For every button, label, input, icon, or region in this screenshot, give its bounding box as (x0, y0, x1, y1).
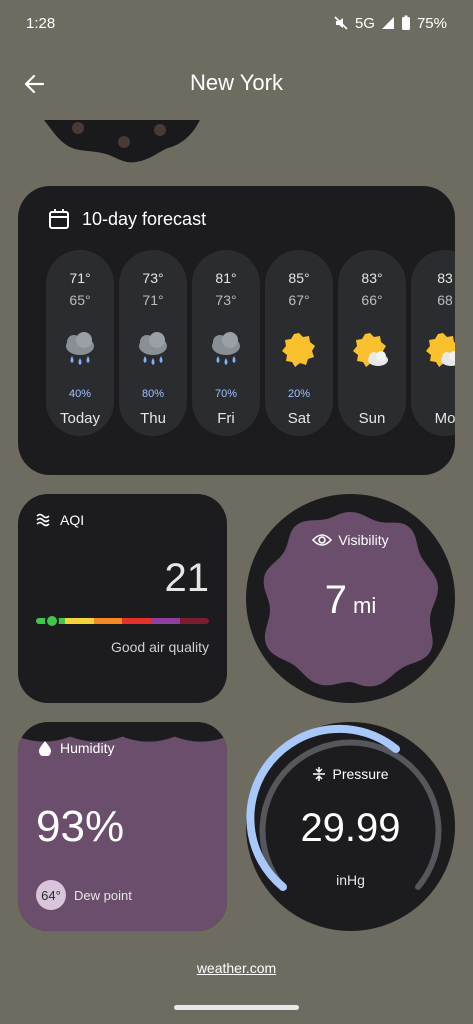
forecast-day-list[interactable]: 71° 65° 40% Today 73° 71° 80% Thu 81° 73… (46, 250, 455, 436)
dew-point: 64° Dew point (36, 880, 132, 910)
day-precip: 40% (68, 388, 92, 400)
aqi-card[interactable]: AQI 21 Good air quality (18, 494, 227, 703)
dew-point-badge: 64° (36, 880, 66, 910)
pressure-header: Pressure (246, 766, 455, 782)
day-high: 83° (361, 270, 383, 286)
aqi-scale-bar (36, 618, 209, 624)
status-time: 1:28 (26, 14, 56, 32)
aqi-title: AQI (60, 512, 85, 528)
status-icons: 5G 75% (333, 15, 447, 32)
aqi-value: 21 (164, 556, 210, 600)
pressure-title: Pressure (332, 766, 389, 782)
dew-point-label: Dew point (74, 887, 132, 903)
page-title: New York (190, 70, 283, 95)
day-high: 85° (288, 270, 310, 286)
forecast-day[interactable]: 81° 73° 70% Fri (192, 250, 260, 436)
network-label: 5G (354, 14, 375, 32)
forecast-day[interactable]: 73° 71° 80% Thu (119, 250, 187, 436)
day-precip: 20% (287, 388, 311, 400)
pressure-card[interactable]: Pressure 29.99 inHg (246, 722, 455, 931)
sun-icon (282, 333, 315, 367)
decorative-drip-shape (44, 120, 200, 163)
day-low: 73° (215, 292, 237, 308)
day-precip: 70% (214, 388, 238, 400)
battery-percent: 75% (416, 14, 447, 32)
visibility-title: Visibility (338, 532, 389, 548)
day-name: Today (59, 410, 101, 427)
visibility-header: Visibility (246, 532, 455, 548)
day-high: 83 (437, 270, 453, 286)
rain-cloud-icon (139, 332, 167, 365)
day-low: 66° (361, 292, 383, 308)
calendar-icon (49, 209, 69, 229)
rain-cloud-icon (66, 332, 94, 365)
humidity-value: 93% (36, 802, 125, 851)
aqi-indicator-dot (44, 614, 59, 628)
visibility-unit: mi (353, 593, 377, 618)
day-name: Sun (358, 410, 386, 427)
day-name: Thu (140, 410, 166, 427)
forecast-day[interactable]: 71° 65° 40% Today (46, 250, 114, 436)
day-low: 67° (288, 292, 310, 308)
day-name: Sat (287, 410, 311, 427)
partly-cloudy-icon (353, 333, 388, 367)
pressure-value: 29.99 (300, 806, 401, 850)
rain-cloud-icon (212, 332, 240, 365)
day-low: 68 (437, 292, 453, 308)
day-high: 73° (142, 270, 164, 286)
forecast-day[interactable]: 85° 67° 20% Sat (265, 250, 333, 436)
partly-cloudy-icon (426, 333, 455, 367)
water-drop-icon (39, 741, 51, 756)
home-gesture-bar[interactable] (174, 1005, 299, 1010)
battery-icon (401, 15, 410, 30)
air-waves-icon (36, 513, 50, 527)
visibility-reading: 7 mi (246, 578, 455, 623)
day-name: Fri (217, 410, 235, 427)
humidity-header: Humidity (38, 740, 114, 756)
forecast-day[interactable]: 83 68 Mo (411, 250, 455, 436)
aqi-header: AQI (36, 512, 84, 528)
day-low: 65° (69, 292, 91, 308)
day-name: Mo (434, 410, 455, 427)
humidity-card[interactable]: Humidity 93% 64° Dew point (18, 722, 227, 931)
forecast-day[interactable]: 83° 66° Sun (338, 250, 406, 436)
visibility-value: 7 (324, 578, 348, 622)
day-high: 71° (69, 270, 91, 286)
humidity-title: Humidity (60, 740, 115, 756)
forecast-header: 10-day forecast (48, 208, 206, 230)
aqi-description: Good air quality (110, 639, 209, 655)
weather-source-link[interactable]: weather.com (0, 960, 473, 976)
mute-icon (334, 16, 348, 30)
forecast-card[interactable]: 10-day forecast 71° 65° 40% Today 73° 71… (18, 186, 455, 475)
day-low: 71° (142, 292, 164, 308)
top-app-bar: New York (0, 58, 473, 110)
day-high: 81° (215, 270, 237, 286)
signal-icon (381, 17, 394, 29)
pressure-compress-icon (313, 767, 326, 781)
day-precip: 80% (141, 388, 165, 400)
pressure-unit: inHg (336, 872, 365, 888)
eye-icon (312, 534, 333, 546)
status-bar: 1:28 5G 75% (0, 0, 473, 46)
visibility-card[interactable]: Visibility 7 mi (246, 494, 455, 703)
forecast-title: 10-day forecast (82, 208, 207, 229)
